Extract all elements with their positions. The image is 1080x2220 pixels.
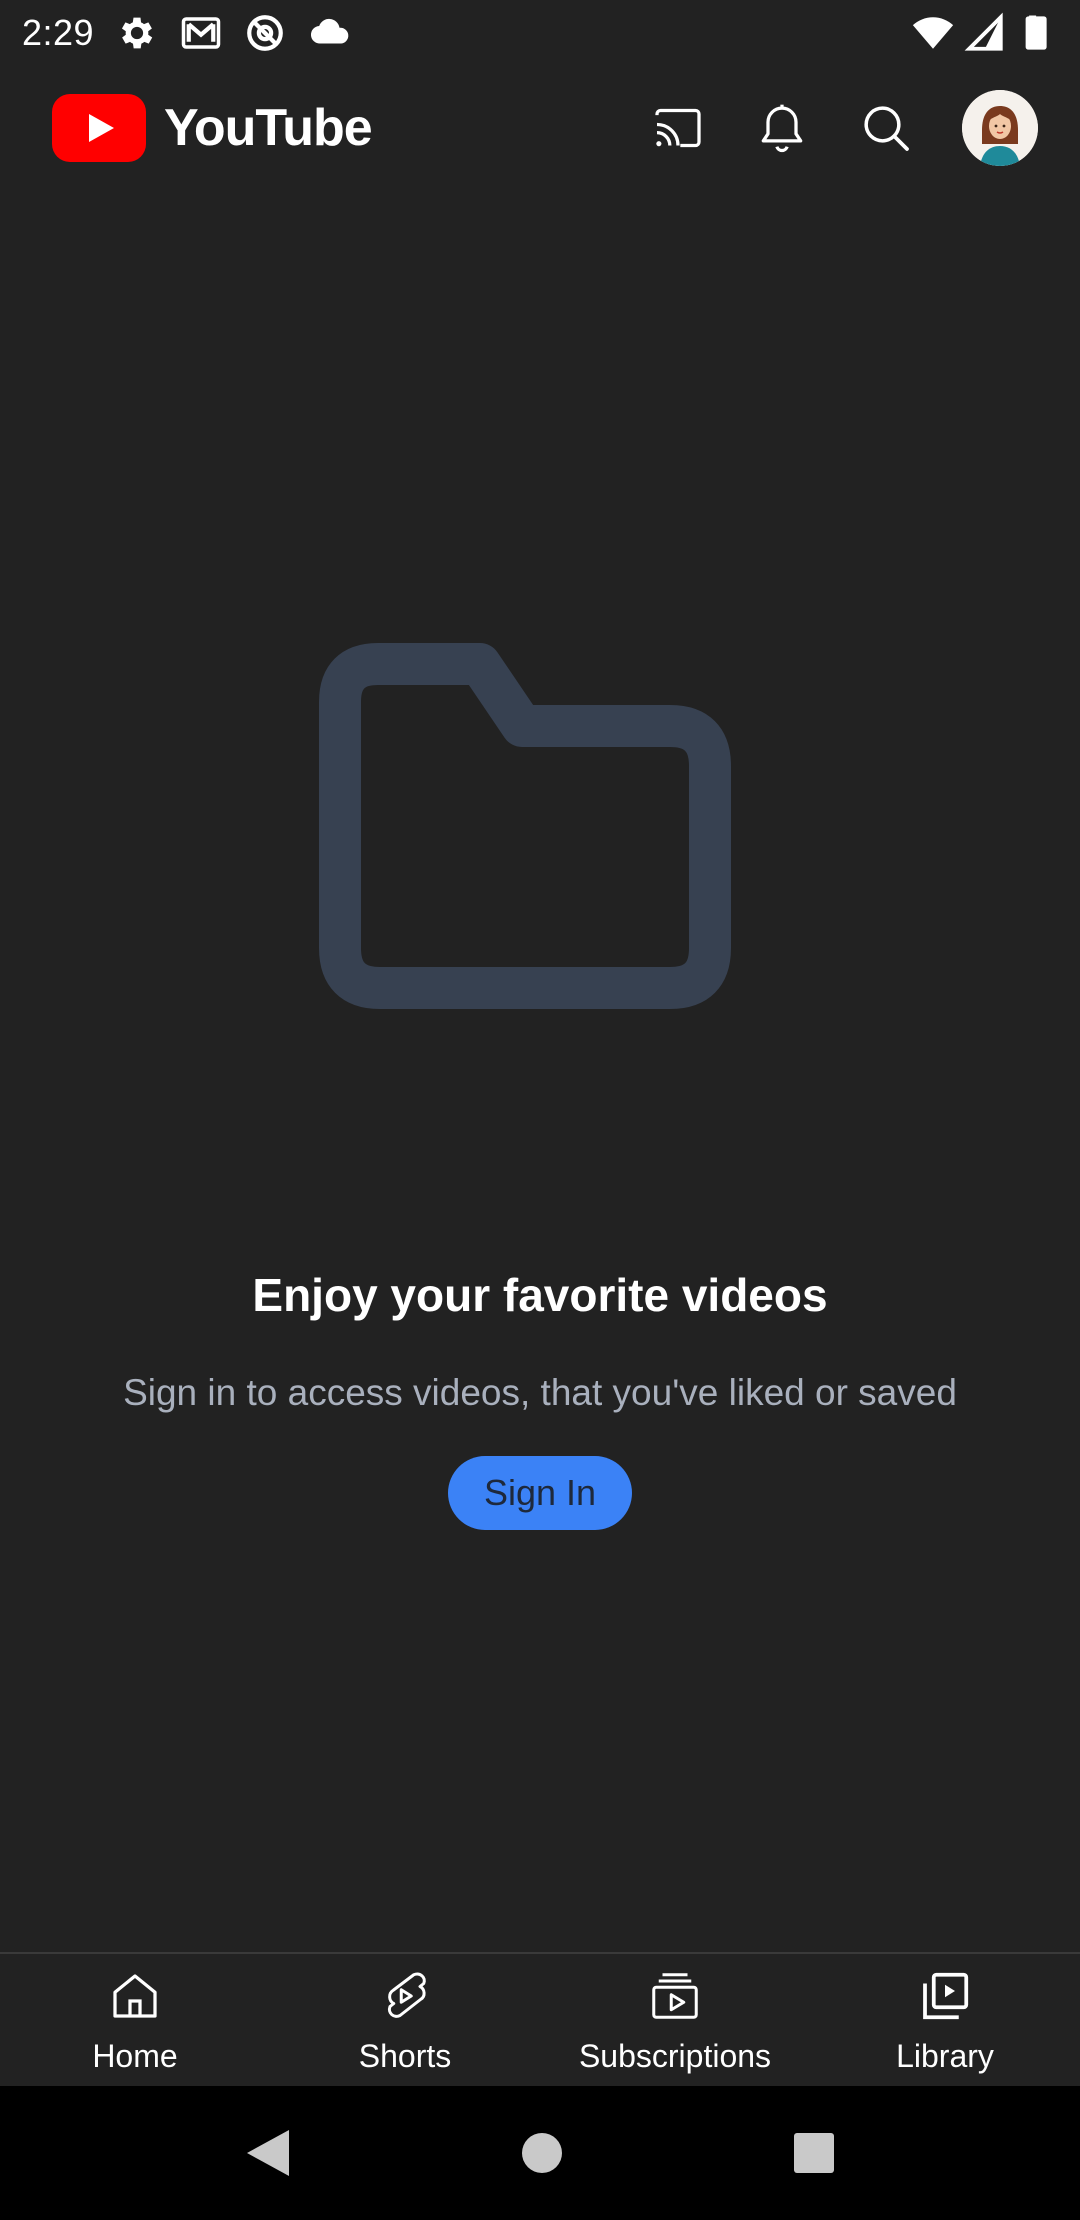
cloud-icon [311,18,349,44]
youtube-logo[interactable]: YouTube [52,94,373,162]
empty-state-subtitle: Sign in to access videos, that you've li… [123,1372,957,1413]
folder-icon [319,643,731,1009]
status-right [912,12,1058,54]
bottom-navigation: Home Shorts Subscriptions Library [0,1952,1080,2086]
empty-state-title: Enjoy your favorite videos [252,1269,828,1321]
home-icon [113,1974,157,2018]
nav-item-home[interactable]: Home [0,1954,270,2086]
brand-name: YouTube [164,99,373,157]
subscriptions-icon [652,1973,698,2019]
shorts-icon [387,1972,426,2018]
gmail-icon [181,17,221,49]
library-icon [923,1972,969,2020]
youtube-play-icon [52,94,146,162]
cast-icon[interactable] [650,100,706,156]
account-avatar[interactable] [962,90,1038,166]
status-bar: 2:29 [0,0,1080,66]
nav-item-subscriptions[interactable]: Subscriptions [540,1954,810,2086]
notifications-bell-icon[interactable] [754,100,810,156]
nav-item-library[interactable]: Library [810,1954,1080,2086]
nav-label-library: Library [896,2038,994,2074]
app-bar: YouTube [0,66,1080,190]
at-sign-icon [247,15,283,51]
status-left: 2:29 [22,12,350,54]
search-icon[interactable] [858,100,914,156]
status-time: 2:29 [22,12,95,53]
system-navigation-bar [0,2086,1080,2220]
app-actions [650,90,1038,166]
battery-icon [1025,15,1047,50]
nav-item-shorts[interactable]: Shorts [270,1954,540,2086]
back-button[interactable] [245,2128,291,2178]
signal-icon [964,12,1003,51]
nav-label-home: Home [92,2038,178,2074]
nav-label-subscriptions: Subscriptions [578,2038,772,2074]
youtube-library-screen: 2:29 YouTube Enjoy your favorite videos … [0,0,1080,2220]
recents-button[interactable] [793,2132,835,2174]
sign-in-button[interactable]: Sign In [448,1456,632,1530]
gear-icon [122,17,153,49]
home-button[interactable] [521,2132,563,2174]
nav-label-shorts: Shorts [358,2038,452,2074]
wifi-icon [912,17,954,49]
